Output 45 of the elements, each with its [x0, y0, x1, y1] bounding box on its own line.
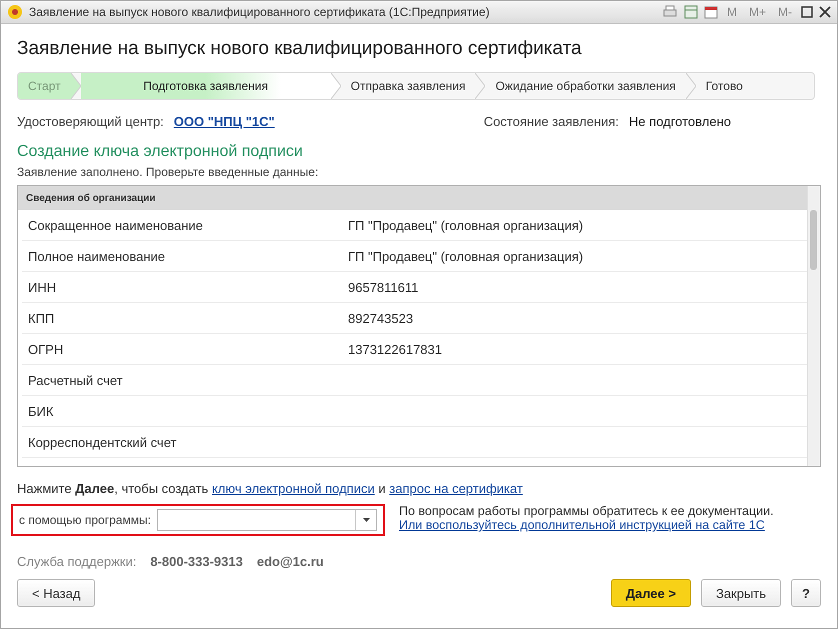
instruction-sentence: Нажмите Далее, чтобы создать	[17, 481, 208, 496]
back-button[interactable]: < Назад	[17, 579, 96, 607]
status-value: Не подготовлено	[628, 114, 731, 129]
field-label: Состояние заявления:	[484, 114, 619, 129]
help-button[interactable]: ?	[791, 579, 821, 607]
calendar-icon[interactable]	[704, 5, 718, 19]
field-label: с помощью программы:	[19, 513, 151, 527]
table-cell-text: 1373122617831	[347, 342, 443, 356]
instruction-link[interactable]: Или воспользуйтесь дополнительной инструкцией на сайте 1С	[399, 518, 774, 532]
help-text: По вопросам работы программы обратитесь к ее документации.	[399, 504, 774, 518]
next-button[interactable]: Далее >	[610, 579, 691, 607]
form-heading: Заявление на выпуск нового квалифицированного сертификата	[17, 38, 583, 60]
table-cell-text: Корреспондентский счет	[27, 434, 178, 450]
certificate-request-link[interactable]: запрос на сертификат	[389, 481, 523, 496]
table-cell-text: ГП "Продавец" (головная организация)	[347, 218, 584, 232]
section-title: Создание ключа электронной подписи	[17, 143, 304, 161]
table-cell-text: 892743523	[347, 310, 414, 326]
table-cell-text: Расчетный счет	[27, 372, 124, 388]
support-email: edo@1c.ru	[256, 554, 324, 569]
table-cell-text: КПП	[27, 310, 56, 326]
support-phone: 8-800-333-9313	[150, 554, 243, 569]
conjunction-text: и	[378, 481, 386, 496]
signature-key-link[interactable]: ключ электронной подписи	[212, 481, 375, 496]
calculator-icon[interactable]	[684, 5, 698, 19]
printer-icon[interactable]	[662, 5, 678, 19]
table-cell-text: ОГРН	[27, 342, 64, 356]
table-group-header: Сведения об организации	[18, 186, 807, 210]
window-title: Заявление на выпуск нового квалифицированного сертификата (1С:Предприятие)	[29, 5, 491, 19]
dropdown-arrow-icon[interactable]	[362, 518, 370, 522]
field-label: Удостоверяющий центр:	[17, 114, 164, 129]
table-cell-text: ИНН	[27, 280, 58, 294]
scrollbar[interactable]	[807, 186, 820, 466]
close-button[interactable]: Закрыть	[700, 579, 782, 607]
support-label: Служба поддержки:	[17, 554, 136, 569]
app-logo-icon	[7, 5, 23, 19]
table-cell-text: Полное наименование	[27, 248, 166, 264]
instruction-text: Заявление заполнено. Проверьте введенные данные:	[17, 165, 320, 179]
table-cell-text: Сокращенное наименование	[27, 218, 204, 232]
close-icon[interactable]	[819, 6, 831, 18]
table-cell-text: БИК	[27, 404, 54, 418]
maximize-icon[interactable]	[801, 6, 813, 18]
table-cell-text: 9657811611	[347, 280, 420, 294]
certification-center-link[interactable]: ООО "НПЦ "1С"	[174, 114, 275, 129]
step-item: Подготовка заявления	[80, 73, 331, 99]
table-cell-text: ГП "Продавец" (головная организация)	[347, 248, 584, 264]
